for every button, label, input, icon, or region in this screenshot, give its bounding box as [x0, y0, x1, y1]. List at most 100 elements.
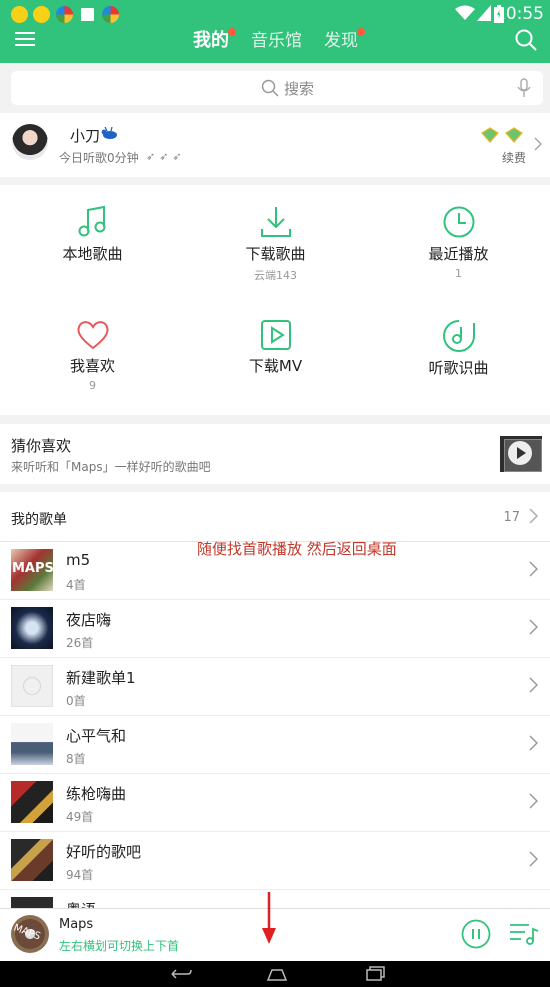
tab-discover-label: 发现: [324, 31, 358, 51]
list-item[interactable]: 练枪嗨曲 49首: [0, 774, 550, 832]
playlist-count: 0首: [66, 694, 86, 708]
swipe-tip: 左右横划可切换上下首: [59, 939, 180, 953]
avatar[interactable]: [12, 124, 48, 160]
list-item[interactable]: 心平气和 8首: [0, 716, 550, 774]
recommend-title: 猜你喜欢: [11, 437, 72, 455]
list-item[interactable]: 好听的歌吧 94首: [0, 832, 550, 890]
playlists-count: 17: [503, 510, 520, 525]
user-profile[interactable]: 小刀 今日听歌0分钟 ➶➶➶ 续费: [0, 113, 550, 177]
list-item[interactable]: 夜店嗨 26首: [0, 600, 550, 658]
song-title: Maps: [59, 917, 94, 932]
notification-icon: [56, 6, 73, 23]
recommend-cover[interactable]: [500, 436, 542, 472]
renew-link[interactable]: 续费: [502, 149, 526, 166]
song-recognition-icon: [442, 320, 475, 352]
bug-icon: [101, 127, 117, 139]
badge-dot: [357, 28, 365, 36]
chevron-right-icon: [529, 508, 538, 524]
chevron-right-icon: [529, 619, 538, 635]
recommend-subtitle: 来听听和「Maps」一样好听的歌曲吧: [11, 460, 211, 474]
notification-icon: [11, 6, 28, 23]
tab-discover[interactable]: 发现: [324, 28, 365, 54]
microphone-icon[interactable]: [517, 78, 531, 98]
download-mv-button[interactable]: 下载MV: [184, 319, 367, 376]
playlist-name: 粤语: [66, 899, 96, 908]
cover-text: MAPS: [12, 561, 54, 576]
feature-grid: 本地歌曲 下载歌曲 云端143 最近播放 1 我喜欢 9 下载MV 听歌识曲: [0, 185, 550, 415]
playlist-name: 夜店嗨: [66, 611, 112, 629]
recommend-banner[interactable]: 猜你喜欢 来听听和「Maps」一样好听的歌曲吧: [0, 424, 550, 484]
notification-icon: [33, 6, 50, 23]
search-area: 搜索: [0, 63, 550, 113]
tab-music-hall[interactable]: 音乐馆: [251, 30, 302, 54]
username: 小刀: [70, 127, 101, 145]
tab-mine-label: 我的: [193, 30, 229, 51]
grid-label: 我喜欢: [69, 357, 115, 375]
playlist-name: 新建歌单1: [66, 669, 136, 687]
status-bar: 10:55: [0, 0, 550, 30]
search-placeholder: 搜索: [284, 80, 315, 98]
chevron-right-icon: [529, 677, 538, 693]
playlists-title: 我的歌单: [11, 512, 67, 528]
notification-icon: [102, 6, 119, 23]
song-recognition-button[interactable]: 听歌识曲: [367, 319, 550, 378]
playlist-cover: [11, 897, 53, 908]
playlist-cover: MAPS: [11, 549, 54, 591]
grid-sub: 1: [455, 267, 462, 280]
recently-played-button[interactable]: 最近播放 1: [367, 205, 550, 280]
playlist-queue-icon[interactable]: [509, 921, 539, 947]
chevron-right-icon: [529, 561, 538, 577]
chevron-right-icon: [529, 851, 538, 867]
disc-placeholder-icon: [23, 677, 41, 695]
search-icon[interactable]: [514, 28, 538, 52]
grid-label: 下载歌曲: [245, 245, 306, 263]
disc-text: MAPS: [11, 922, 42, 943]
signal-icon: [477, 5, 491, 21]
downloaded-songs-button[interactable]: 下载歌曲 云端143: [184, 205, 367, 283]
favorites-button[interactable]: 我喜欢 9: [1, 319, 184, 392]
system-nav-bar: [0, 961, 550, 987]
playlist-count: 49首: [66, 810, 94, 824]
chevron-right-icon: [534, 137, 542, 151]
now-playing-cover[interactable]: MAPS: [11, 915, 49, 953]
my-playlists-header[interactable]: 我的歌单 17: [0, 492, 550, 542]
clock-icon: [443, 206, 474, 238]
home-icon[interactable]: [266, 966, 288, 982]
vip-badge-icon[interactable]: [480, 127, 526, 143]
search-input[interactable]: 搜索: [11, 71, 543, 105]
playlist-name: 好听的歌吧: [66, 843, 142, 861]
playlist-name: 练枪嗨曲: [66, 785, 127, 803]
playlist-cover: [11, 839, 53, 881]
playlist-name: m5: [66, 551, 91, 569]
status-time: 10:55: [495, 4, 544, 24]
tab-mine[interactable]: 我的: [193, 28, 236, 54]
play-icon: [508, 441, 532, 465]
badge-dot: [228, 28, 236, 36]
playlist-cover: [11, 665, 53, 707]
playlist-cover: [11, 607, 53, 649]
back-icon[interactable]: [170, 966, 192, 982]
pause-icon[interactable]: [461, 919, 491, 949]
listen-time: 今日听歌0分钟: [59, 151, 139, 165]
playlist-list: MAPS m5 4首 夜店嗨 26首 新建歌单1 0首 心平气和 8首 练枪嗨曲…: [0, 542, 550, 908]
header-tabs: 我的 音乐馆 发现: [193, 28, 380, 54]
menu-icon[interactable]: [15, 30, 37, 48]
rocket-icons: ➶➶➶: [146, 150, 186, 163]
local-songs-button[interactable]: 本地歌曲: [1, 205, 184, 264]
instruction-overlay: 随便找首歌播放 然后返回桌面: [197, 540, 397, 558]
playlist-cover: [11, 781, 53, 823]
tab-music-hall-label: 音乐馆: [251, 31, 302, 51]
playlist-count: 8首: [66, 752, 86, 766]
music-note-icon: [78, 205, 105, 237]
grid-label: 下载MV: [248, 357, 303, 375]
recent-apps-icon[interactable]: [364, 966, 386, 982]
search-icon: [261, 79, 279, 97]
playlist-count: 94首: [66, 868, 94, 882]
playlist-count: 4首: [66, 578, 86, 592]
grid-sub: 云端143: [254, 269, 297, 282]
app-header: 10:55 我的 音乐馆 发现: [0, 0, 550, 63]
chevron-right-icon: [529, 793, 538, 809]
notification-icon: [79, 6, 96, 23]
list-item[interactable]: 新建歌单1 0首: [0, 658, 550, 716]
grid-sub: 9: [89, 379, 96, 392]
